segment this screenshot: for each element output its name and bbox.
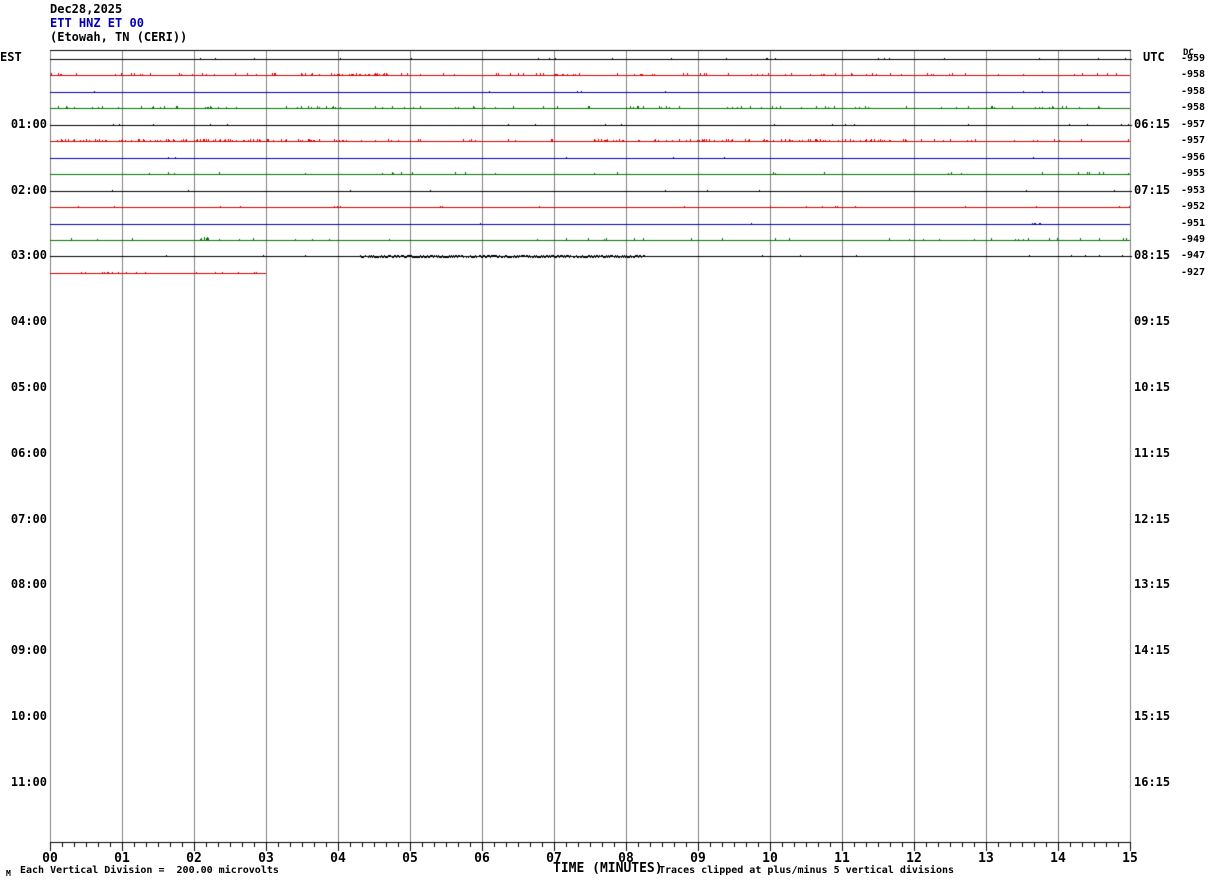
title-station: ETT HNZ ET 00: [50, 16, 144, 30]
minute-label: 02: [186, 851, 202, 866]
est-hour-label: 08:00: [10, 577, 47, 592]
minute-label: 13: [978, 851, 994, 866]
utc-hour-label: 16:15: [1134, 774, 1171, 789]
dc-value: -953: [1181, 185, 1206, 196]
dc-value: -927: [1181, 267, 1206, 278]
utc-hour-label: 10:15: [1134, 380, 1171, 394]
utc-hour-label: 15:15: [1134, 709, 1171, 723]
est-hour-label: 09:00: [10, 643, 47, 658]
minute-label: 09: [690, 851, 706, 866]
helicorder-page: Dec28,2025 ETT HNZ ET 00 (Etowah, TN (CE…: [0, 0, 1210, 886]
dc-value: -949: [1181, 234, 1206, 245]
utc-hour-label: 08:15: [1134, 248, 1171, 263]
watermark: M: [6, 869, 11, 878]
minute-label: 12: [906, 851, 922, 866]
utc-hour-label: 09:15: [1134, 314, 1171, 329]
est-hour-label: 10:00: [10, 709, 47, 723]
utc-hour-label: 13:15: [1134, 577, 1171, 592]
dc-value: -957: [1181, 119, 1206, 130]
utc-hour-label: 12:15: [1134, 511, 1171, 526]
dc-value: -958: [1181, 102, 1206, 113]
dc-value: -947: [1181, 250, 1206, 261]
scale-note: Each Vertical Division = 200.00 microvol…: [20, 865, 279, 876]
est-hour-label: 03:00: [10, 248, 47, 263]
minute-label: 08: [618, 851, 634, 866]
utc-hour-label: 14:15: [1134, 643, 1171, 658]
utc-hour-label: 11:15: [1134, 445, 1171, 460]
dc-value: -958: [1181, 86, 1206, 97]
utc-hour-label: 07:15: [1134, 182, 1171, 197]
dc-value: -956: [1181, 152, 1206, 163]
minute-label: 06: [474, 851, 490, 866]
dc-value: -951: [1181, 218, 1206, 229]
est-hour-label: 06:00: [10, 445, 47, 460]
minute-label: 10: [762, 851, 778, 866]
clip-note: Traces clipped at plus/minus 5 vertical …: [659, 865, 955, 876]
title-location: (Etowah, TN (CERI)): [50, 30, 188, 44]
est-hour-label: 02:00: [10, 182, 47, 197]
minute-label: 01: [114, 851, 130, 866]
est-hour-label: 11:00: [10, 774, 47, 789]
utc-hour-label: 06:15: [1134, 116, 1171, 131]
est-hour-label: 05:00: [10, 380, 47, 394]
dc-value: -952: [1181, 201, 1206, 212]
title-date: Dec28,2025: [50, 2, 123, 16]
dc-value: -955: [1181, 168, 1206, 179]
helicorder-plot: [0, 0, 1210, 886]
dc-value: -957: [1181, 135, 1206, 146]
minute-label: 00: [42, 851, 58, 866]
est-hour-label: 01:00: [10, 116, 47, 131]
est-hour-label: 07:00: [10, 511, 47, 526]
minute-label: 05: [402, 851, 418, 866]
dc-value: -958: [1181, 69, 1206, 80]
minute-label: 07: [546, 851, 562, 866]
est-axis-header: EST: [0, 50, 22, 64]
minute-label: 04: [330, 851, 346, 866]
minute-label: 11: [834, 851, 850, 866]
est-hour-label: 04:00: [10, 314, 47, 329]
dc-value: -959: [1181, 53, 1206, 64]
utc-axis-header: UTC: [1143, 50, 1165, 64]
minute-label: 03: [258, 851, 274, 866]
x-axis-title: TIME (MINUTES): [553, 861, 663, 876]
minute-label: 15: [1122, 851, 1138, 866]
minute-label: 14: [1050, 851, 1066, 866]
